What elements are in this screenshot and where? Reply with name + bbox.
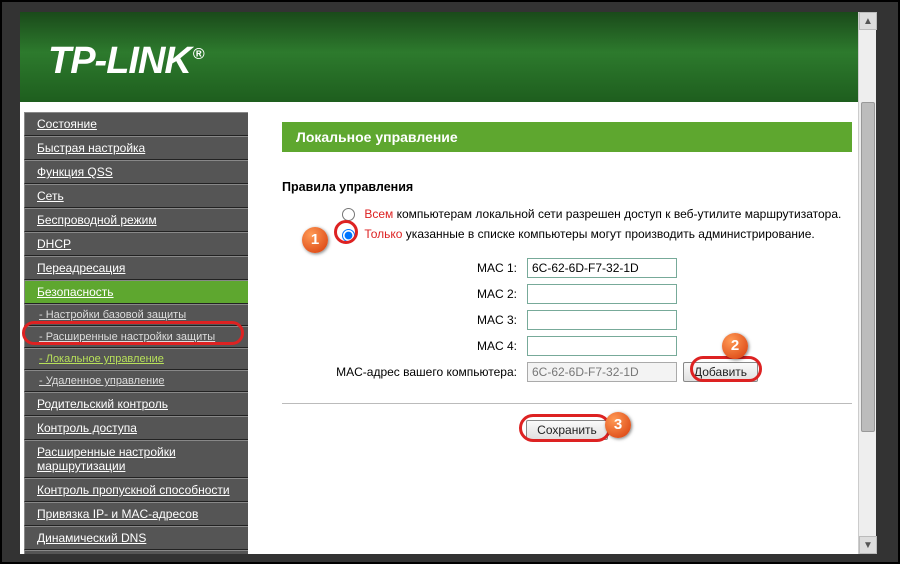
scroll-up-arrow[interactable]: ▲ [859,12,877,30]
sidebar: Состояние Быстрая настройка Функция QSS … [20,102,252,554]
sidebar-item-bandwidth[interactable]: Контроль пропускной способности [24,478,248,502]
scrollbar-vertical[interactable]: ▲ ▼ [858,12,876,554]
section-heading: Правила управления [282,180,852,196]
mac4-label: MAC 4: [282,339,527,353]
add-button[interactable]: Добавить [683,362,758,382]
radio-only[interactable] [342,229,355,242]
header: TP-LINK® [20,12,876,102]
mac2-input[interactable] [527,284,677,304]
sidebar-item-routing[interactable]: Расширенные настройки маршрутизации [24,440,248,478]
sidebar-item-quick-setup[interactable]: Быстрая настройка [24,136,248,160]
mac3-label: MAC 3: [282,313,527,327]
sidebar-item-wireless[interactable]: Беспроводной режим [24,208,248,232]
mac4-input[interactable] [527,336,677,356]
your-mac-label: MAC-адрес вашего компьютера: [282,365,527,379]
radio-all[interactable] [342,208,355,221]
mac1-label: MAC 1: [282,261,527,275]
sidebar-sub-advanced-security[interactable]: - Расширенные настройки защиты [24,326,248,348]
mac3-input[interactable] [527,310,677,330]
content-area: Локальное управление Правила управления … [252,102,876,554]
sidebar-sub-basic-security[interactable]: - Настройки базовой защиты [24,304,248,326]
sidebar-item-security[interactable]: Безопасность [24,280,248,304]
mac1-input[interactable] [527,258,677,278]
sidebar-item-status[interactable]: Состояние [24,112,248,136]
your-mac-input [527,362,677,382]
radio-only-prefix: Только [364,227,402,241]
radio-only-text: указанные в списке компьютеры могут прои… [402,227,814,241]
save-button[interactable]: Сохранить [526,420,608,440]
mac2-label: MAC 2: [282,287,527,301]
badge-3: 3 [605,412,631,438]
sidebar-item-system-tools[interactable]: Системные инструменты [24,550,248,554]
scroll-thumb[interactable] [861,102,875,432]
sidebar-item-forwarding[interactable]: Переадресация [24,256,248,280]
scroll-down-arrow[interactable]: ▼ [859,536,877,554]
radio-row-all: Всем компьютерам локальной сети разрешен… [282,204,852,224]
sidebar-item-qss[interactable]: Функция QSS [24,160,248,184]
brand-logo: TP-LINK® [48,40,204,82]
sidebar-item-dhcp[interactable]: DHCP [24,232,248,256]
radio-all-prefix: Всем [364,207,393,221]
sidebar-item-network[interactable]: Сеть [24,184,248,208]
sidebar-sub-remote-management[interactable]: - Удаленное управление [24,370,248,392]
sidebar-sub-local-management[interactable]: - Локальное управление [24,348,248,370]
sidebar-item-parental[interactable]: Родительский контроль [24,392,248,416]
radio-row-only: Только указанные в списке компьютеры мог… [282,224,852,244]
divider [282,403,852,404]
sidebar-item-access-control[interactable]: Контроль доступа [24,416,248,440]
page-title: Локальное управление [282,122,852,152]
sidebar-item-ip-mac-binding[interactable]: Привязка IP- и MAC-адресов [24,502,248,526]
radio-all-text: компьютерам локальной сети разрешен дост… [393,207,841,221]
sidebar-item-ddns[interactable]: Динамический DNS [24,526,248,550]
